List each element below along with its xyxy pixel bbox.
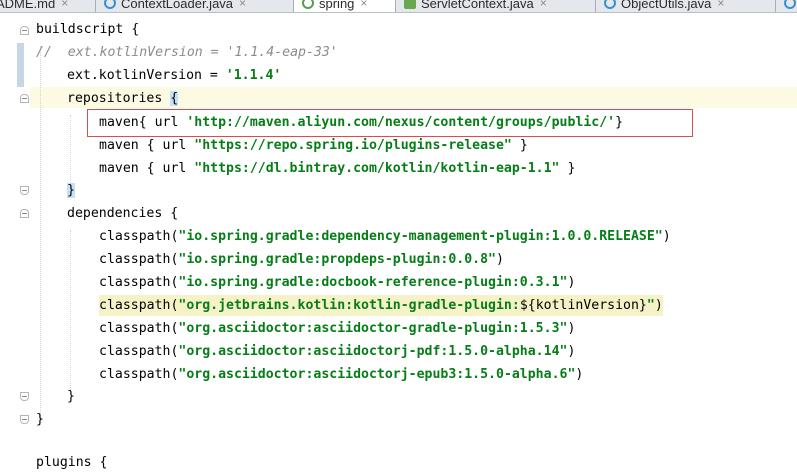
code-line: maven { url "https://repo.spring.io/plug…	[99, 138, 528, 153]
code-line: }	[67, 389, 75, 404]
code-line-highlighted: classpath("org.jetbrains.kotlin:kotlin-g…	[99, 295, 663, 316]
code-line: classpath("io.spring.gradle:dependency-m…	[99, 229, 671, 244]
code-line: classpath("io.spring.gradle:docbook-refe…	[99, 275, 576, 290]
brace-match: {	[170, 91, 179, 106]
code-line: }	[67, 180, 75, 201]
string-literal: "io.spring.gradle:docbook-reference-plug…	[178, 275, 568, 290]
string-literal: "org.asciidoctor:asciidoctorj-pdf:1.5.0-…	[178, 344, 568, 359]
code-line: }	[36, 412, 44, 427]
string-literal: "io.spring.gradle:dependency-management-…	[178, 229, 663, 244]
string-literal: "org.asciidoctor:asciidoctor-gradle-plug…	[178, 321, 568, 336]
code-line: classpath("org.asciidoctor:asciidoctor-g…	[99, 321, 576, 336]
string-literal: "org.jetbrains.kotlin:kotlin-gradle-plug…	[178, 298, 520, 313]
indent-guide	[40, 46, 41, 418]
comment: // ext.kotlinVersion = '1.1.4-eap-33'	[36, 45, 338, 60]
code-line: dependencies {	[67, 206, 179, 221]
indent-guide	[70, 115, 71, 187]
brace-match: }	[67, 183, 75, 198]
code-line: repositories {	[67, 91, 179, 106]
string-literal: "io.spring.gradle:propdeps-plugin:0.0.8"	[178, 252, 496, 267]
string-literal: "https://dl.bintray.com/kotlin/kotlin-ea…	[194, 161, 560, 176]
string-literal: "org.asciidoctor:asciidoctorj-epub3:1.5.…	[178, 367, 576, 382]
code-line: ext.kotlinVersion = '1.1.4'	[67, 68, 282, 83]
indent-guide	[70, 230, 71, 390]
code-line: maven { url "https://dl.bintray.com/kotl…	[99, 161, 576, 176]
code-editor[interactable]: buildscript { // ext.kotlinVersion = '1.…	[0, 0, 797, 470]
string-literal: '1.1.4'	[225, 68, 282, 83]
string-literal: "https://repo.spring.io/plugins-release"	[194, 138, 512, 153]
code-line: buildscript {	[36, 22, 140, 37]
annotation-highlight-box	[87, 109, 693, 137]
code-line: classpath("io.spring.gradle:propdeps-plu…	[99, 252, 504, 267]
code-line: plugins {	[36, 455, 108, 470]
code-line: // ext.kotlinVersion = '1.1.4-eap-33'	[36, 42, 338, 63]
string-interpolation: ${kotlinVersion}	[519, 298, 647, 313]
code-line: classpath("org.asciidoctor:asciidoctorj-…	[99, 344, 576, 359]
code-line: classpath("org.asciidoctor:asciidoctorj-…	[99, 367, 584, 382]
